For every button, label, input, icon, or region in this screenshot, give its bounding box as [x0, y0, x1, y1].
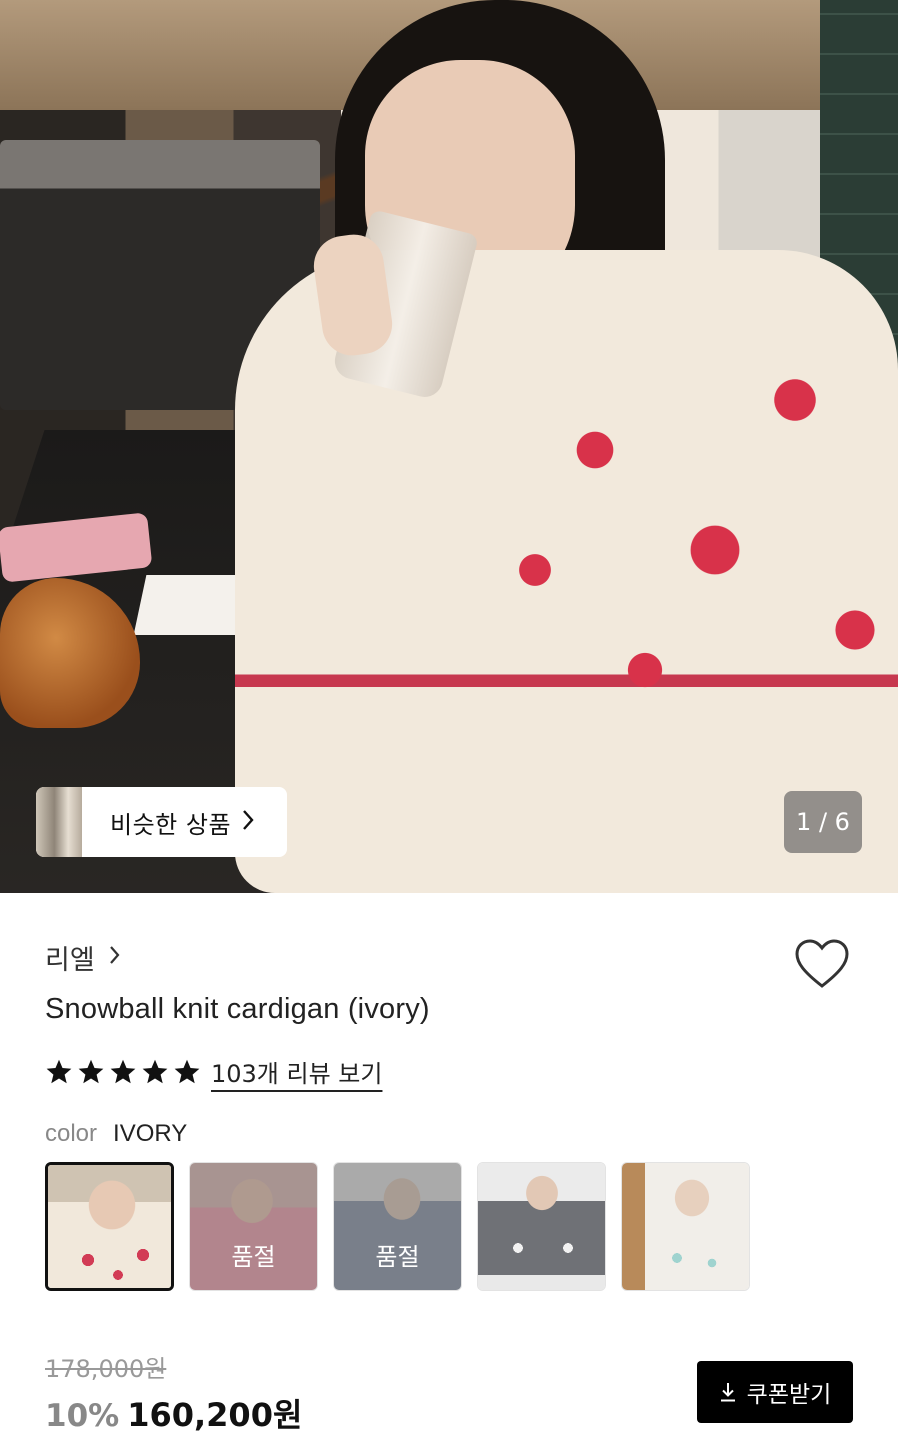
- star-icon: [46, 1059, 72, 1083]
- similar-products-thumbnail: [36, 787, 82, 857]
- similar-products-label: 비슷한 상품: [110, 810, 232, 839]
- discount-rate: 10%: [45, 1398, 120, 1434]
- color-swatch-ivory[interactable]: [45, 1162, 174, 1291]
- star-icon: [110, 1059, 136, 1083]
- rating-row: 103개 리뷰 보기: [45, 1054, 382, 1089]
- soldout-overlay: 품절: [334, 1163, 461, 1290]
- product-title: Snowball knit cardigan (ivory): [45, 993, 430, 1025]
- color-swatch-pink[interactable]: 품절: [189, 1162, 318, 1291]
- soldout-overlay: 품절: [190, 1163, 317, 1290]
- brand-name: 리엘: [45, 945, 95, 976]
- star-icon: [142, 1059, 168, 1083]
- reviews-link[interactable]: 103개 리뷰 보기: [211, 1054, 382, 1089]
- chevron-right-icon: [241, 809, 255, 836]
- chevron-right-icon: [109, 945, 121, 971]
- coupon-label: 쿠폰받기: [746, 1382, 832, 1408]
- star-icon: [78, 1059, 104, 1083]
- get-coupon-button[interactable]: 쿠폰받기: [697, 1361, 853, 1423]
- similar-products-button[interactable]: 비슷한 상품: [36, 787, 287, 857]
- soldout-badge: 품절: [375, 1243, 420, 1271]
- color-swatches: 품절 품절: [45, 1162, 750, 1291]
- color-swatch-charcoal[interactable]: [477, 1162, 606, 1291]
- download-icon: [720, 1383, 735, 1402]
- brand-link[interactable]: 리엘: [45, 938, 121, 977]
- color-label: color: [45, 1120, 98, 1147]
- star-icon: [174, 1059, 200, 1083]
- color-swatch-grey[interactable]: 품절: [333, 1162, 462, 1291]
- price-row: 10% 160,200원: [45, 1390, 302, 1436]
- sale-price: 160,200원: [127, 1396, 303, 1434]
- product-hero-image[interactable]: 비슷한 상품 1 / 6: [0, 0, 898, 893]
- star-rating: [45, 1058, 201, 1086]
- swatch-image: [622, 1163, 749, 1290]
- image-page-indicator: 1 / 6: [784, 791, 862, 853]
- soldout-badge: 품절: [231, 1243, 276, 1271]
- color-option-row: color IVORY: [45, 1120, 187, 1148]
- wishlist-heart-icon[interactable]: [794, 938, 850, 992]
- original-price: 178,000원: [45, 1355, 167, 1383]
- color-swatch-mint[interactable]: [621, 1162, 750, 1291]
- selected-color-value: IVORY: [113, 1120, 188, 1147]
- swatch-image: [48, 1165, 171, 1288]
- swatch-image: [478, 1163, 605, 1290]
